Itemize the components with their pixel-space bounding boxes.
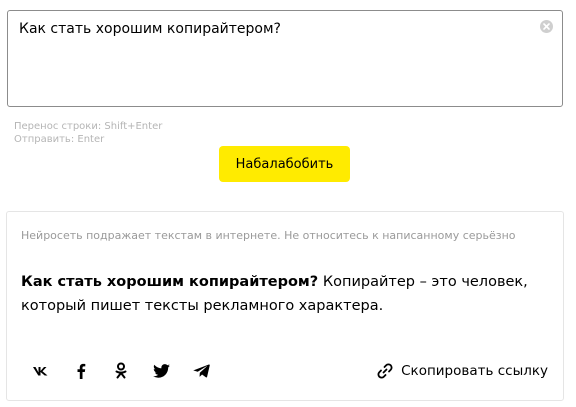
query-textarea[interactable]: Как стать хорошим копирайтером? <box>7 10 563 107</box>
telegram-icon[interactable] <box>190 360 212 382</box>
hint-send: Отправить: Enter <box>14 134 105 145</box>
answer-question: Как стать хорошим копирайтером? <box>21 274 319 290</box>
copy-link-button[interactable]: Скопировать ссылку <box>376 360 548 382</box>
submit-button[interactable]: Набалабобить <box>219 146 350 182</box>
vk-icon[interactable] <box>30 360 52 382</box>
query-text[interactable]: Как стать хорошим копирайтером? <box>19 21 281 37</box>
facebook-icon[interactable] <box>70 360 92 382</box>
share-row: Скопировать ссылку <box>7 360 563 382</box>
keyboard-hints: Перенос строки: Shift+Enter Отправить: E… <box>14 120 162 146</box>
copy-link-label: Скопировать ссылку <box>401 363 548 379</box>
link-icon <box>376 362 394 380</box>
hint-line-break: Перенос строки: Shift+Enter <box>14 121 163 132</box>
result-card: Нейросеть подражает текстам в интернете.… <box>6 211 564 401</box>
answer-text: Как стать хорошим копирайтером? Копирайт… <box>21 270 541 318</box>
twitter-icon[interactable] <box>150 360 172 382</box>
odnoklassniki-icon[interactable] <box>110 360 132 382</box>
close-circle-icon[interactable] <box>540 20 553 33</box>
disclaimer-text: Нейросеть подражает текстам в интернете.… <box>21 229 516 242</box>
